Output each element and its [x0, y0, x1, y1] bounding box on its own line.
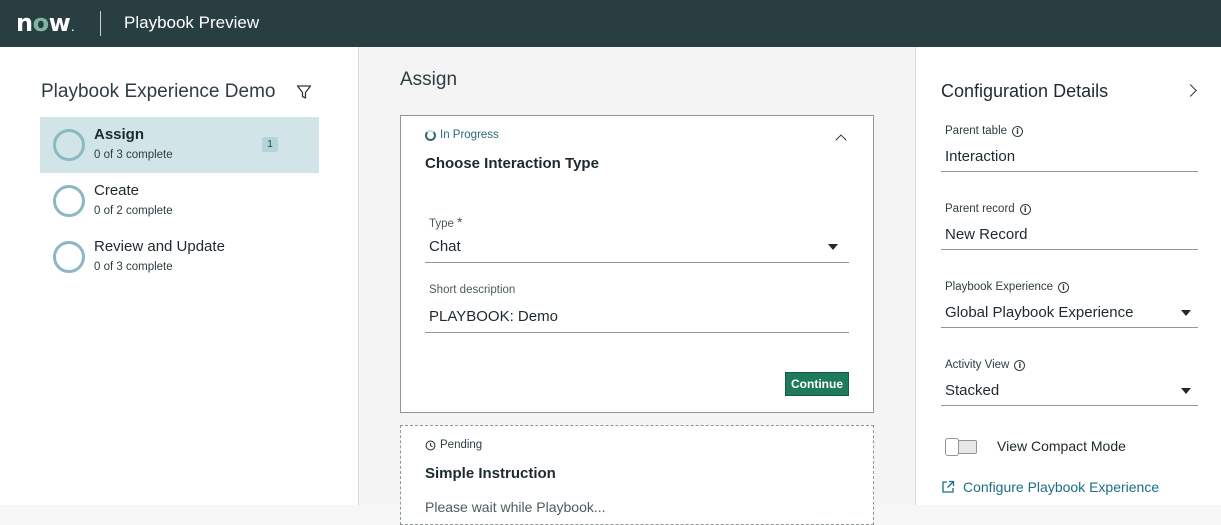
configuration-title: Configuration Details — [941, 81, 1109, 101]
caret-down-icon[interactable] — [1181, 310, 1191, 316]
short-description-underline — [425, 332, 849, 333]
playbook-title: Playbook Experience Demo — [41, 81, 276, 102]
configure-playbook-link[interactable]: Configure Playbook Experience — [941, 479, 1159, 495]
activity-card-pending: Pending Simple Instruction Please wait w… — [400, 425, 874, 525]
short-description-input[interactable]: PLAYBOOK: Demo — [429, 308, 558, 325]
phase-progress-ring-icon — [53, 241, 85, 273]
activity-view-select[interactable]: Stacked — [945, 382, 999, 399]
phase-count-badge: 1 — [262, 137, 278, 152]
header-divider — [100, 11, 101, 36]
phase-item-create[interactable]: Create 0 of 2 complete — [40, 173, 319, 229]
phase-name: Create — [94, 182, 140, 199]
phase-name: Assign — [94, 126, 145, 143]
activity-title: Choose Interaction Type — [425, 155, 599, 172]
parent-record-underline — [941, 249, 1198, 250]
phase-progress-ring-icon — [53, 185, 85, 217]
collapse-chevron-right-icon[interactable] — [1184, 84, 1197, 97]
type-field-label: Type * — [429, 214, 463, 230]
short-description-label: Short description — [429, 284, 516, 296]
compact-mode-toggle[interactable] — [945, 438, 977, 456]
activity-panel: Assign In Progress Choose Interaction Ty… — [360, 47, 914, 525]
info-icon[interactable]: i — [1019, 203, 1031, 215]
caret-down-icon[interactable] — [1181, 388, 1191, 394]
type-select-underline — [425, 262, 849, 263]
servicenow-logo[interactable]: now. — [16, 9, 74, 37]
app-title: Playbook Preview — [124, 13, 260, 32]
activity-view-label: Activity View i — [945, 359, 1026, 371]
playbook-experience-underline — [941, 327, 1198, 328]
phase-progress-ring-icon — [53, 129, 85, 161]
status-badge: Pending — [425, 439, 482, 451]
phase-item-review-and-update[interactable]: Review and Update 0 of 3 complete — [40, 229, 319, 285]
configuration-panel: Configuration Details Parent table i Inte… — [915, 47, 1221, 505]
status-badge: In Progress — [425, 129, 499, 141]
required-asterisk-icon: * — [456, 214, 463, 230]
pending-clock-icon — [425, 440, 436, 450]
phase-item-assign[interactable]: Assign 0 of 3 complete 1 — [40, 117, 319, 173]
phases-panel: Playbook Experience Demo Assign 0 of 3 c… — [0, 47, 359, 505]
status-text: Pending — [440, 439, 483, 451]
info-icon[interactable]: i — [1058, 281, 1070, 293]
info-icon[interactable]: i — [1014, 359, 1026, 371]
activity-body-text: Please wait while Playbook... — [425, 499, 606, 515]
activity-title: Simple Instruction — [425, 465, 556, 482]
continue-button[interactable]: Continue — [785, 372, 849, 396]
external-link-icon — [942, 480, 955, 493]
phase-progress: 0 of 2 complete — [94, 205, 173, 217]
status-text: In Progress — [440, 129, 499, 141]
top-bar: now. Playbook Preview — [0, 0, 1221, 47]
toggle-knob — [945, 438, 959, 456]
activity-view-underline — [941, 405, 1198, 406]
parent-table-label: Parent table i — [945, 125, 1024, 137]
phase-title: Assign — [400, 69, 458, 90]
parent-table-value: Interaction — [945, 148, 1016, 165]
parent-record-label: Parent record i — [945, 203, 1031, 215]
type-select[interactable]: Chat — [429, 238, 461, 255]
compact-mode-label: View Compact Mode — [997, 438, 1126, 454]
phase-progress: 0 of 3 complete — [94, 149, 173, 161]
phase-progress: 0 of 3 complete — [94, 261, 173, 273]
collapse-chevron-up-icon[interactable] — [835, 134, 847, 146]
info-icon[interactable]: i — [1012, 125, 1024, 137]
phase-name: Review and Update — [94, 238, 225, 255]
activity-card-in-progress: In Progress Choose Interaction Type Type… — [400, 115, 874, 413]
filter-icon[interactable] — [296, 84, 312, 100]
parent-record-value: New Record — [945, 226, 1028, 243]
in-progress-icon — [425, 129, 436, 141]
playbook-experience-select[interactable]: Global Playbook Experience — [945, 304, 1133, 321]
playbook-experience-label: Playbook Experience i — [945, 281, 1070, 293]
caret-down-icon[interactable] — [828, 244, 838, 250]
parent-table-underline — [941, 171, 1198, 172]
